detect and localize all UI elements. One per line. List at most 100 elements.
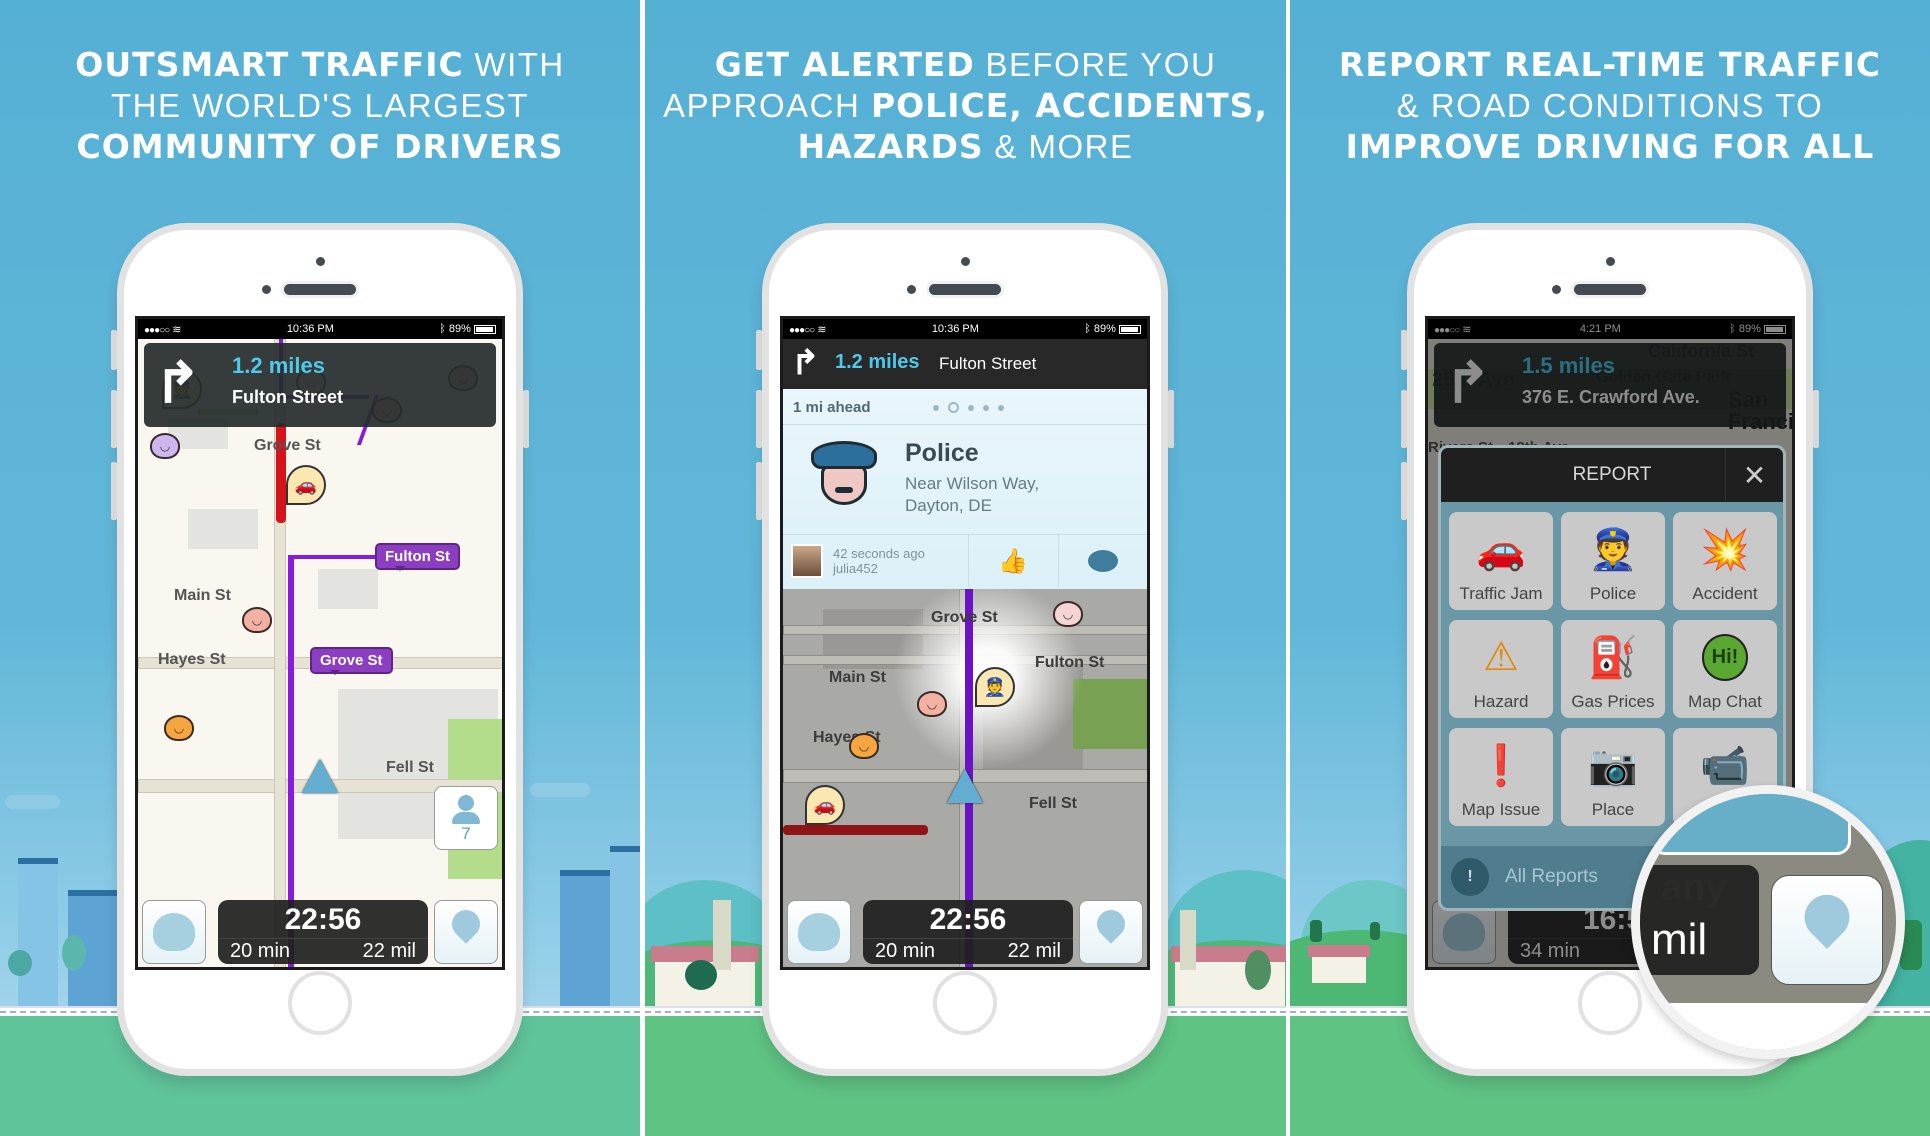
report-item-label: Police [1589,584,1637,603]
friends-button[interactable]: 7 [434,786,498,850]
eta-panel[interactable]: 22:56 20 min 22 mil [218,900,428,964]
earpiece-speaker [284,284,356,295]
report-button[interactable] [1079,900,1143,964]
home-button[interactable] [1578,971,1642,1035]
traffic-jam-icon: 🚗 [1476,527,1526,572]
report-police-button[interactable]: 👮 Police [1561,512,1665,610]
comment-button[interactable] [1059,535,1148,587]
map-view[interactable]: Grove St Main St Hayes St Fell St Fulton… [138,339,502,967]
tree [685,960,717,990]
wazer-avatar-icon[interactable]: ◡ [242,607,272,633]
pager-dot[interactable] [968,404,974,411]
waze-menu-button[interactable] [142,900,206,964]
eta-distance: 22 mil [362,940,416,962]
headline-bold: REPORT REAL-TIME TRAFFIC [1338,45,1882,84]
waze-menu-button[interactable] [787,900,851,964]
volume-down-button [1401,462,1407,520]
phone-screen: ●●●○○ ≋ 10:36 PM ᛒ 89% Grove St Fulton S… [780,316,1150,970]
home-button[interactable] [933,971,997,1035]
report-pin-icon [1800,895,1854,965]
alert-location-line: Near Wilson Way, [905,474,1040,493]
home-button[interactable] [288,971,352,1035]
panel-get-alerted: GET ALERTED BEFORE YOU APPROACH POLICE, … [645,0,1286,1136]
report-button[interactable] [434,900,498,964]
report-map-chat-button[interactable]: Hi! Map Chat [1673,620,1777,718]
headline-light: & MORE [983,128,1134,165]
report-grid: 🚗 Traffic Jam 👮 Police 💥 Accident ⚠ Hazard ⛽… [1441,502,1783,826]
volume-up-button [756,390,762,448]
report-map-issue-button[interactable]: ❗ Map Issue [1449,728,1553,826]
pager-dot-active[interactable] [948,402,959,413]
my-location-arrow-icon [947,769,983,803]
traffic-jam-pin-icon[interactable]: 🚗 [805,785,845,825]
alert-footer: 42 seconds ago julia452 👍 [783,535,1147,587]
pager-dot[interactable] [998,404,1004,411]
alert-card[interactable]: 1 mi ahead Police Near Wilson Way, Dayton… [783,389,1147,589]
wazer-avatar-icon[interactable]: ◡ [164,715,194,741]
pager-dots[interactable] [933,402,1004,413]
report-traffic-jam-button[interactable]: 🚗 Traffic Jam [1449,512,1553,610]
traffic-jam-pin-icon[interactable]: 🚗 [286,465,326,505]
turn-right-arrow-icon: ↱ [791,344,820,382]
building [610,846,640,1008]
wazer-icon [153,913,195,951]
report-accident-button[interactable]: 💥 Accident [1673,512,1777,610]
street-label: Fulton St [1035,654,1105,671]
report-button-magnified[interactable] [1771,875,1883,985]
eta-panel[interactable]: 22:56 20 min 22 mil [863,900,1073,964]
report-item-label: Accident [1692,584,1758,603]
place-camera-icon: 📷 [1588,743,1638,788]
close-button[interactable]: ✕ [1725,448,1783,502]
report-hazard-button[interactable]: ⚠ Hazard [1449,620,1553,718]
wazer-avatar-icon[interactable]: ◡ [917,691,947,717]
phone-screen: ●●●○○ ≋ 10:36 PM ᛒ 89% Grove St Main St … [135,316,505,970]
panel-outsmart-traffic: OUTSMART TRAFFIC WITH THE WORLD'S LARGES… [0,0,640,1136]
sensor [907,285,916,294]
police-icon: 👮 [1588,527,1638,572]
report-pin-icon [449,910,483,954]
earpiece-speaker [1574,284,1646,295]
headline-bold: COMMUNITY OF DRIVERS [76,127,564,166]
headline-bold: HAZARDS [797,127,984,166]
wazer-avatar-icon[interactable]: ◡ [1053,601,1083,627]
building [18,858,58,1008]
magnifier-callout: any mil [1631,785,1905,1059]
church-tower [1180,910,1196,970]
police-report-pin-icon[interactable]: 👮 [975,667,1015,707]
report-gas-prices-button[interactable]: ⛽ Gas Prices [1561,620,1665,718]
turn-right-arrow-icon: ↱ [154,351,201,414]
map-chat-icon: Hi! [1701,633,1749,681]
street-label: Hayes St [158,651,226,668]
nav-street: Fulton Street [232,387,343,407]
street-label: Fell St [1029,795,1078,812]
navigation-bar[interactable]: ↱ 1.2 miles Fulton Street [783,339,1147,389]
gas-pump-icon: ⛽ [1588,635,1638,680]
tree [62,935,86,971]
front-camera [1606,257,1615,266]
building [560,870,610,1008]
speed-camera-icon: 📹 [1700,743,1750,788]
nav-distance: 1.2 miles [232,353,325,378]
tree [1310,920,1322,942]
status-time: 10:36 PM [286,323,334,335]
person-icon-body [452,812,480,824]
bluetooth-icon: ᛒ [1084,323,1091,335]
mute-switch [111,330,117,370]
thumbs-up-button[interactable]: 👍 [969,535,1059,587]
signal-icon: ●●●○○ [144,324,170,336]
headline-bold: GET ALERTED [714,45,975,84]
navigation-banner[interactable]: ↱ 1.2 miles Fulton Street [144,343,496,427]
power-button [523,390,529,448]
headline-bold: POLICE, ACCIDENTS, [870,86,1268,125]
pager-dot[interactable] [983,404,989,411]
friends-count: 7 [461,824,471,843]
cloud [5,795,60,809]
eta-arrival-time: 22:56 [929,903,1007,936]
wazer-avatar-icon[interactable]: ◡ [150,433,180,459]
power-button [1813,390,1819,448]
status-bar: ●●●○○ ≋ 10:36 PM ᛒ 89% [783,319,1147,339]
volume-down-button [756,462,762,520]
pager-dot[interactable] [933,404,939,411]
wazer-avatar-icon[interactable]: ◡ [849,733,879,759]
mute-switch [756,330,762,370]
